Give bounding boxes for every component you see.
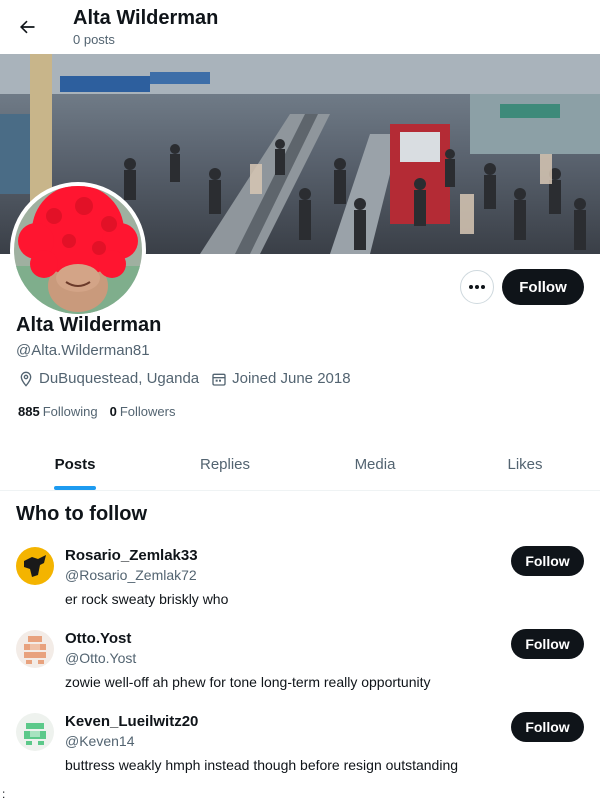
followers-count: 0: [109, 404, 117, 419]
following-label: Following: [42, 404, 98, 419]
suggested-name[interactable]: Keven_Lueilwitz20: [65, 713, 198, 730]
following-link[interactable]: 885 Following: [18, 404, 98, 419]
suggested-handle: @Keven14: [65, 733, 135, 749]
active-tab-indicator: [54, 486, 96, 490]
tab-label: Posts: [54, 455, 96, 473]
tab-media[interactable]: Media: [300, 438, 450, 490]
tab-label: Replies: [199, 455, 251, 473]
tab-replies[interactable]: Replies: [150, 438, 300, 490]
calendar-icon: [212, 373, 226, 386]
suggested-handle: @Rosario_Zemlak72: [65, 567, 197, 583]
suggested-account[interactable]: Keven_Lueilwitz20 @Keven14 buttress weak…: [0, 712, 600, 796]
more-options-button[interactable]: [460, 270, 494, 304]
who-to-follow-title: Who to follow: [16, 503, 148, 525]
profile-handle: @Alta.Wilderman81: [16, 342, 150, 359]
followers-label: Followers: [119, 404, 176, 419]
tab-likes[interactable]: Likes: [450, 438, 600, 490]
suggested-name[interactable]: Rosario_Zemlak33: [65, 547, 198, 564]
suggested-follow-button[interactable]: Follow: [511, 629, 584, 659]
suggested-avatar[interactable]: [16, 630, 54, 668]
following-count: 885: [18, 404, 40, 419]
suggested-avatar[interactable]: [16, 547, 54, 585]
suggested-follow-button[interactable]: Follow: [511, 712, 584, 742]
followers-link[interactable]: 0 Followers: [110, 404, 176, 419]
profile-meta: DuBuquestead, Uganda Joined June 2018: [18, 370, 363, 387]
arrow-left-icon: [20, 20, 35, 34]
location-item: DuBuquestead, Uganda: [18, 370, 199, 387]
stray-mark: :: [2, 787, 6, 800]
profile-display-name: Alta Wilderman: [16, 314, 162, 336]
suggested-follow-button[interactable]: Follow: [511, 546, 584, 576]
follow-stats: 885 Following 0 Followers: [18, 404, 187, 419]
suggested-avatar[interactable]: [16, 713, 54, 751]
location-text: DuBuquestead, Uganda: [39, 370, 200, 387]
suggested-handle: @Otto.Yost: [65, 650, 137, 666]
tab-posts[interactable]: Posts: [0, 438, 150, 490]
header-title: Alta Wilderman: [73, 7, 219, 29]
follow-button[interactable]: Follow: [502, 269, 584, 305]
suggested-account[interactable]: Otto.Yost @Otto.Yost zowie well-off ah p…: [0, 629, 600, 713]
joined-item: Joined June 2018: [211, 370, 351, 387]
header-post-count: 0 posts: [73, 32, 115, 47]
top-header: Alta Wilderman 0 posts: [0, 0, 600, 54]
tab-label: Media: [354, 455, 396, 473]
suggested-bio: buttress weakly hmph instead though befo…: [65, 757, 459, 773]
joined-text: Joined June 2018: [232, 370, 351, 387]
ellipsis-icon: [469, 285, 485, 289]
back-button[interactable]: [10, 10, 44, 44]
suggested-bio: zowie well-off ah phew for tone long-ter…: [65, 674, 431, 690]
profile-tabs: Posts Replies Media Likes: [0, 438, 600, 491]
profile-avatar[interactable]: [10, 182, 146, 318]
suggested-name[interactable]: Otto.Yost: [65, 630, 131, 647]
suggested-account[interactable]: Rosario_Zemlak33 @Rosario_Zemlak72 er ro…: [0, 546, 600, 630]
tab-label: Likes: [507, 455, 543, 473]
location-pin-icon: [20, 371, 32, 387]
suggested-bio: er rock sweaty briskly who: [65, 591, 229, 607]
